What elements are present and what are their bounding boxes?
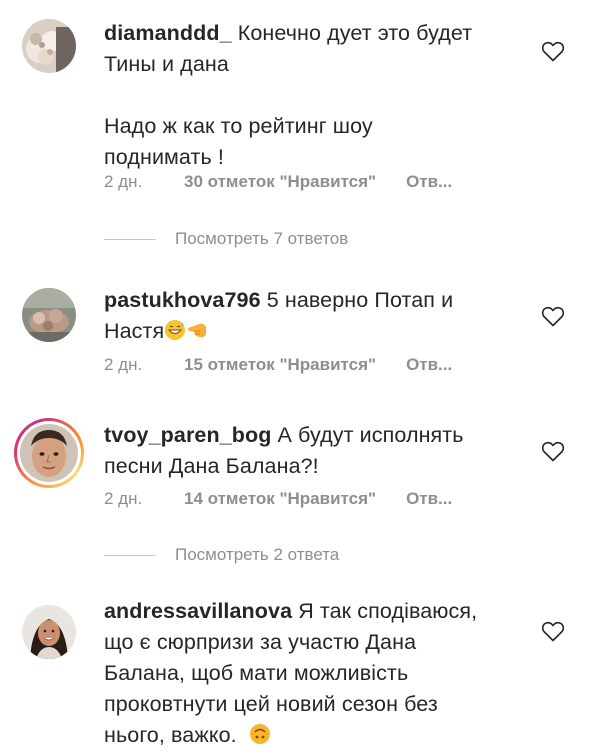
backhand-index-pointing-left-emoji [188, 323, 207, 338]
view-replies-label: Посмотреть 2 ответа [175, 545, 340, 564]
comment-username[interactable]: tvoy_paren_bog [104, 423, 271, 447]
comment-text: pastukhova796 5 наверно Потап и Настя [104, 285, 524, 347]
comment-text: diamanddd_ Конечно дует это будет Тины и… [104, 18, 524, 173]
story-ring[interactable] [14, 418, 84, 488]
grinning-sweat-emoji [165, 320, 186, 340]
heart-icon[interactable] [541, 440, 565, 462]
comment-meta: 2 дн. 15 отметок "Нравится" Отв... [104, 355, 452, 375]
comment-username[interactable]: andressavillanova [104, 599, 292, 623]
view-replies-label: Посмотреть 7 ответов [175, 229, 349, 248]
comment-body-line: нього, важко. [104, 723, 237, 747]
avatar[interactable] [22, 288, 76, 342]
heart-icon[interactable] [541, 620, 565, 642]
divider-line [104, 238, 156, 240]
comment-text: andressavillanova Я так сподіваюся, що є… [104, 596, 524, 751]
comment-body-line: проковтнути цей новий сезон без [104, 692, 438, 716]
comment-time: 2 дн. [104, 172, 143, 191]
comment-body-line: що є сюрпризи за участю Дана [104, 630, 417, 654]
comment-text: tvoy_paren_bog А будут исполнять песни Д… [104, 420, 524, 482]
avatar[interactable] [20, 424, 78, 482]
comment-body-line: 5 наверно Потап и [266, 288, 454, 312]
avatar[interactable] [22, 19, 76, 73]
reply-button[interactable]: Отв... [406, 489, 452, 508]
reply-button[interactable]: Отв... [406, 355, 452, 374]
comment-time: 2 дн. [104, 355, 143, 374]
comment-body-line: Тины и дана [104, 52, 229, 76]
comment-username[interactable]: diamanddd_ [104, 21, 232, 45]
avatar[interactable] [22, 605, 76, 659]
comment-body-line: песни Дана Балана?! [104, 454, 319, 478]
comment-body-line: Конечно дует это будет [237, 21, 473, 45]
heart-icon[interactable] [541, 305, 565, 327]
comment-meta: 2 дн. 30 отметок "Нравится" Отв... [104, 172, 452, 192]
divider-line [104, 554, 156, 556]
view-replies-button[interactable]: Посмотреть 2 ответа [104, 545, 339, 565]
comment-body-line: Балана, щоб мати можливість [104, 661, 409, 685]
heart-icon[interactable] [541, 40, 565, 62]
comment-meta: 2 дн. 14 отметок "Нравится" Отв... [104, 489, 452, 509]
comment-likes[interactable]: 14 отметок "Нравится" [184, 489, 376, 509]
comment-likes[interactable]: 15 отметок "Нравится" [184, 355, 376, 375]
comment-body-line: Я так сподіваюся, [298, 599, 478, 623]
comment-body-line: Настя [104, 319, 165, 343]
upside-down-face-emoji [249, 724, 270, 744]
comment-likes[interactable]: 30 отметок "Нравится" [184, 172, 376, 192]
comment-body-line: поднимать ! [104, 145, 224, 169]
reply-button[interactable]: Отв... [406, 172, 452, 191]
comment-time: 2 дн. [104, 489, 143, 508]
view-replies-button[interactable]: Посмотреть 7 ответов [104, 229, 348, 249]
comment-body-line: А будут исполнять [277, 423, 464, 447]
comment-username[interactable]: pastukhova796 [104, 288, 261, 312]
comment-body-line: Надо ж как то рейтинг шоу [104, 114, 373, 138]
